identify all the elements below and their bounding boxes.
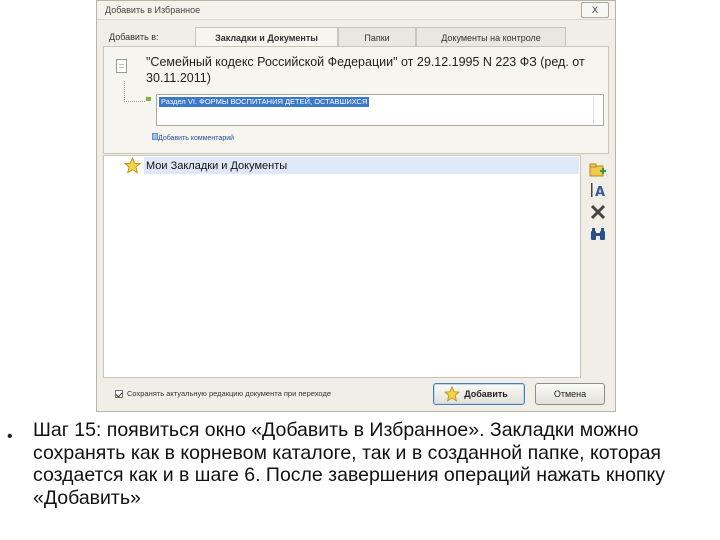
rename-icon[interactable]: A bbox=[589, 181, 607, 199]
save-version-label: Сохранять актуальную редакцию документа … bbox=[127, 389, 331, 398]
add-comment-link[interactable]: Добавить комментарий bbox=[158, 135, 234, 142]
svg-text:A: A bbox=[595, 185, 605, 199]
tree-connector bbox=[124, 81, 145, 102]
add-button[interactable]: Добавить bbox=[433, 383, 525, 405]
bookmarks-tree[interactable]: Мои Закладки и Документы bbox=[103, 155, 581, 378]
dialog-footer: Сохранять актуальную редакцию документа … bbox=[103, 381, 609, 407]
delete-icon[interactable] bbox=[589, 203, 607, 221]
section-name-field[interactable]: Раздел VI. ФОРМЫ ВОСПИТАНИЯ ДЕТЕЙ, ОСТАВ… bbox=[156, 94, 604, 126]
document-icon bbox=[116, 59, 127, 73]
section-icon bbox=[146, 97, 151, 101]
cancel-button[interactable]: Отмена bbox=[535, 383, 605, 405]
add-folder-icon[interactable] bbox=[589, 161, 607, 179]
document-title: "Семейный кодекс Российской Федерации" о… bbox=[146, 55, 585, 85]
close-button[interactable]: Х bbox=[581, 2, 609, 18]
section-name-text[interactable]: Раздел VI. ФОРМЫ ВОСПИТАНИЯ ДЕТЕЙ, ОСТАВ… bbox=[159, 97, 370, 107]
tab-folders[interactable]: Папки bbox=[338, 27, 416, 47]
field-scrollbar[interactable] bbox=[593, 96, 602, 124]
dialog-title: Добавить в Избранное bbox=[105, 5, 201, 15]
tab-bookmarks-documents[interactable]: Закладки и Документы bbox=[195, 27, 338, 48]
title-bar: Добавить в Избранное Х bbox=[97, 1, 615, 20]
instruction-caption: Шаг 15: появиться окно «Добавить в Избра… bbox=[33, 419, 666, 509]
tree-item-label: Мои Закладки и Документы bbox=[146, 160, 288, 172]
add-to-label: Добавить в: bbox=[109, 32, 159, 42]
save-version-checkbox[interactable] bbox=[115, 390, 123, 398]
tabs-row: Добавить в: Закладки и Документы Папки Д… bbox=[103, 27, 609, 48]
find-icon[interactable] bbox=[589, 225, 607, 243]
add-to-favorites-dialog: Добавить в Избранное Х Добавить в: Закла… bbox=[96, 0, 616, 412]
tab-monitored-documents[interactable]: Документы на контроле bbox=[416, 27, 566, 47]
tree-item-root[interactable]: Мои Закладки и Документы bbox=[144, 157, 579, 174]
star-icon bbox=[444, 386, 460, 402]
document-panel: "Семейный кодекс Российской Федерации" о… bbox=[103, 46, 609, 154]
star-icon bbox=[124, 157, 141, 174]
caption-bullet: • bbox=[7, 428, 13, 445]
